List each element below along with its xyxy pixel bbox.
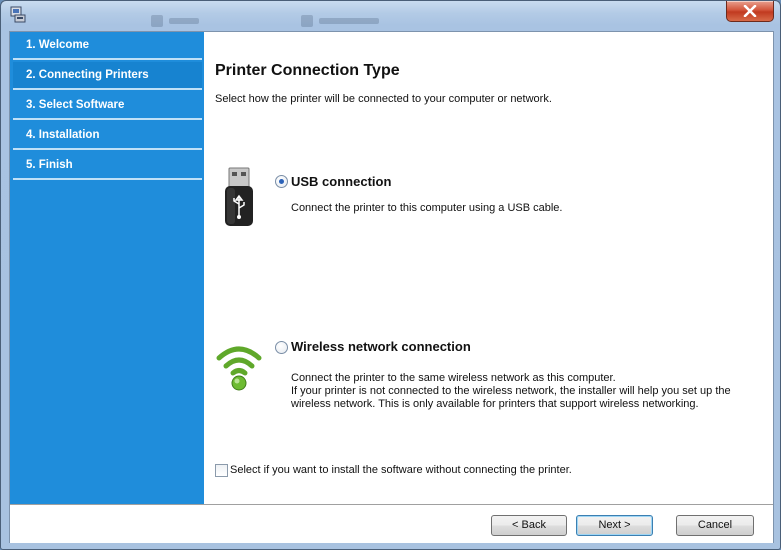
main-content: Printer Connection Type Select how the p… xyxy=(204,32,773,504)
title-bar[interactable] xyxy=(1,1,780,29)
background-ghost-tab-2 xyxy=(301,15,391,27)
radio-selected-dot xyxy=(279,179,284,184)
step-finish[interactable]: 5. Finish xyxy=(13,152,202,180)
page-title: Printer Connection Type xyxy=(215,62,400,79)
installer-app-icon xyxy=(9,6,27,24)
installer-window: 1. Welcome 2. Connecting Printers 3. Sel… xyxy=(0,0,781,550)
wireless-description-line-1: Connect the printer to the same wireless… xyxy=(291,372,616,384)
cancel-button[interactable]: Cancel xyxy=(676,515,754,536)
steps-sidebar: 1. Welcome 2. Connecting Printers 3. Sel… xyxy=(10,32,204,504)
usb-drive-icon xyxy=(221,166,257,230)
wireless-connection-description: Connect the printer to the same wireless… xyxy=(291,372,731,411)
wireless-description-line-3: wireless network. This is only available… xyxy=(291,398,699,410)
install-without-printer-label[interactable]: Select if you want to install the softwa… xyxy=(230,464,572,476)
usb-connection-radio[interactable] xyxy=(275,175,288,188)
usb-description-line-1: Connect the printer to this computer usi… xyxy=(291,202,563,214)
step-connecting-printers[interactable]: 2. Connecting Printers xyxy=(13,62,202,90)
wireless-description-line-2: If your printer is not connected to the … xyxy=(291,385,731,397)
close-button[interactable] xyxy=(726,1,774,22)
usb-connection-description: Connect the printer to this computer usi… xyxy=(291,202,562,215)
usb-connection-label[interactable]: USB connection xyxy=(291,174,391,189)
wireless-connection-label[interactable]: Wireless network connection xyxy=(291,339,471,354)
page-subtitle: Select how the printer will be connected… xyxy=(215,93,552,105)
next-button[interactable]: Next > xyxy=(576,515,653,536)
step-welcome[interactable]: 1. Welcome xyxy=(13,32,202,60)
install-without-printer-checkbox[interactable] xyxy=(215,464,228,477)
wireless-signal-icon xyxy=(216,342,262,392)
close-icon xyxy=(743,5,757,17)
back-button[interactable]: < Back xyxy=(491,515,567,536)
step-installation[interactable]: 4. Installation xyxy=(13,122,202,150)
wireless-connection-radio[interactable] xyxy=(275,341,288,354)
installer-client-area: 1. Welcome 2. Connecting Printers 3. Sel… xyxy=(9,31,774,543)
step-select-software[interactable]: 3. Select Software xyxy=(13,92,202,120)
footer-button-bar: < Back Next > Cancel xyxy=(10,504,773,543)
background-ghost-tab-1 xyxy=(151,15,211,27)
